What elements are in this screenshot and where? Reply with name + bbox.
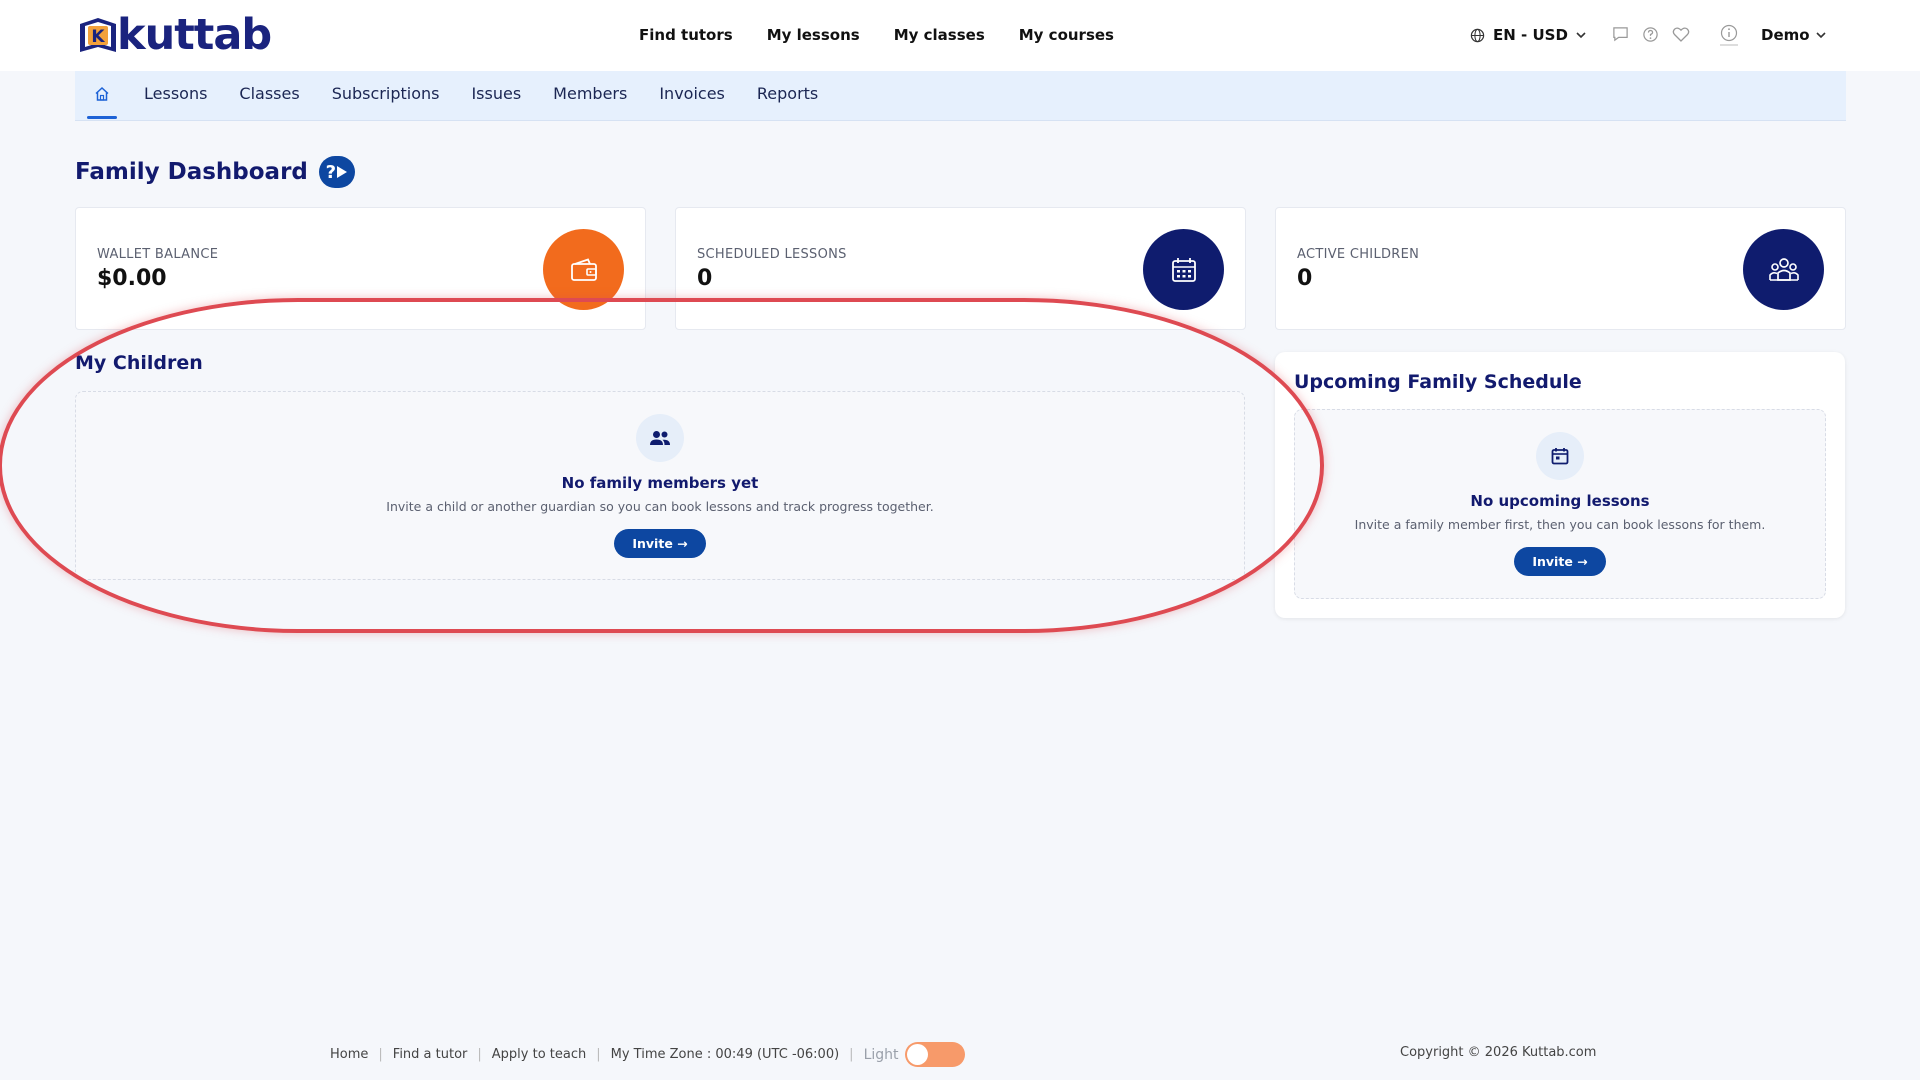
subnav-issues[interactable]: Issues: [471, 84, 521, 103]
footer-link-apply-to-teach[interactable]: Apply to teach: [492, 1047, 586, 1062]
kuttab-logo[interactable]: K kuttab: [77, 10, 272, 60]
subnav-items: Lessons Classes Subscriptions Issues Mem…: [144, 84, 850, 103]
brand-name: kuttab: [117, 10, 272, 60]
footer-timezone: My Time Zone : 00:49 (UTC -06:00): [610, 1047, 840, 1062]
user-name: Demo: [1761, 26, 1810, 44]
invite-button[interactable]: Invite →: [1514, 547, 1606, 576]
empty-title: No family members yet: [561, 474, 759, 492]
copyright: Copyright © 2026 Kuttab.com: [1400, 1045, 1597, 1060]
footer-link-home[interactable]: Home: [330, 1047, 368, 1062]
toggle-knob: [906, 1044, 928, 1065]
subnav-home[interactable]: [87, 85, 117, 119]
footer: Home | Find a tutor | Apply to teach | M…: [330, 1042, 965, 1067]
subnav-subscriptions[interactable]: Subscriptions: [332, 84, 440, 103]
language-label: EN - USD: [1493, 26, 1568, 44]
header-icons: [1612, 26, 1690, 43]
heart-icon[interactable]: [1672, 26, 1690, 43]
upcoming-schedule-title: Upcoming Family Schedule: [1294, 371, 1582, 393]
home-icon: [95, 86, 109, 101]
stat-value: 0: [697, 266, 713, 291]
help-video-button[interactable]: ?: [318, 156, 355, 188]
nav-find-tutors[interactable]: Find tutors: [639, 26, 733, 44]
page-title: Family Dashboard: [75, 159, 308, 185]
children-empty-state: No family members yet Invite a child or …: [75, 391, 1245, 580]
subnav-members[interactable]: Members: [553, 84, 627, 103]
stat-value: $0.00: [97, 266, 167, 291]
subnav-reports[interactable]: Reports: [757, 84, 818, 103]
stat-label: WALLET BALANCE: [97, 247, 219, 262]
invite-button[interactable]: Invite →: [614, 529, 706, 558]
empty-description: Invite a family member first, then you c…: [1354, 517, 1766, 532]
stat-label: SCHEDULED LESSONS: [697, 247, 847, 262]
footer-link-find-tutor[interactable]: Find a tutor: [393, 1047, 468, 1062]
footer-separator: |: [378, 1047, 383, 1062]
chevron-down-icon: [1815, 32, 1826, 39]
stat-card-scheduled-lessons: SCHEDULED LESSONS 0: [675, 207, 1246, 330]
nav-my-lessons[interactable]: My lessons: [767, 26, 860, 44]
my-children-title: My Children: [75, 352, 203, 374]
chevron-down-icon: [1576, 32, 1586, 39]
footer-separator: |: [477, 1047, 482, 1062]
user-menu[interactable]: Demo: [1761, 26, 1826, 44]
nav-my-classes[interactable]: My classes: [894, 26, 985, 44]
sub-nav: Lessons Classes Subscriptions Issues Mem…: [75, 71, 1846, 121]
top-navbar: K kuttab Find tutors My lessons My class…: [0, 0, 1920, 71]
calendar-icon: [1143, 229, 1224, 310]
nav-my-courses[interactable]: My courses: [1019, 26, 1114, 44]
calendar-icon: [1536, 432, 1584, 480]
empty-description: Invite a child or another guardian so yo…: [386, 499, 934, 514]
subnav-lessons[interactable]: Lessons: [144, 84, 207, 103]
footer-separator: |: [849, 1047, 854, 1062]
play-icon: [337, 166, 348, 178]
upcoming-schedule-card: Upcoming Family Schedule No upcoming les…: [1275, 352, 1845, 618]
language-currency-selector[interactable]: EN - USD: [1470, 26, 1586, 44]
help-glyph: ?: [325, 161, 337, 183]
info-icon[interactable]: [1720, 24, 1738, 50]
globe-icon: [1470, 28, 1485, 42]
active-tab-indicator: [87, 116, 117, 119]
theme-toggle[interactable]: [904, 1042, 965, 1067]
logo-letter: K: [91, 27, 105, 47]
family-icon: [1743, 229, 1824, 310]
help-circle-icon[interactable]: [1642, 26, 1659, 43]
logo-book-icon: K: [77, 14, 119, 56]
theme-label: Light: [863, 1046, 899, 1063]
people-icon: [636, 414, 684, 462]
schedule-empty-state: No upcoming lessons Invite a family memb…: [1294, 409, 1826, 599]
empty-title: No upcoming lessons: [1470, 492, 1650, 510]
stat-label: ACTIVE CHILDREN: [1297, 247, 1420, 262]
wallet-icon: [543, 229, 624, 310]
stat-card-active-children: ACTIVE CHILDREN 0: [1275, 207, 1846, 330]
subnav-classes[interactable]: Classes: [239, 84, 299, 103]
main-nav: Find tutors My lessons My classes My cou…: [639, 26, 1114, 44]
stat-card-wallet: WALLET BALANCE $0.00: [75, 207, 646, 330]
chat-icon[interactable]: [1612, 26, 1629, 43]
stat-value: 0: [1297, 266, 1313, 291]
page-header: Family Dashboard ?: [75, 156, 355, 188]
footer-separator: |: [596, 1047, 601, 1062]
subnav-invoices[interactable]: Invoices: [659, 84, 725, 103]
